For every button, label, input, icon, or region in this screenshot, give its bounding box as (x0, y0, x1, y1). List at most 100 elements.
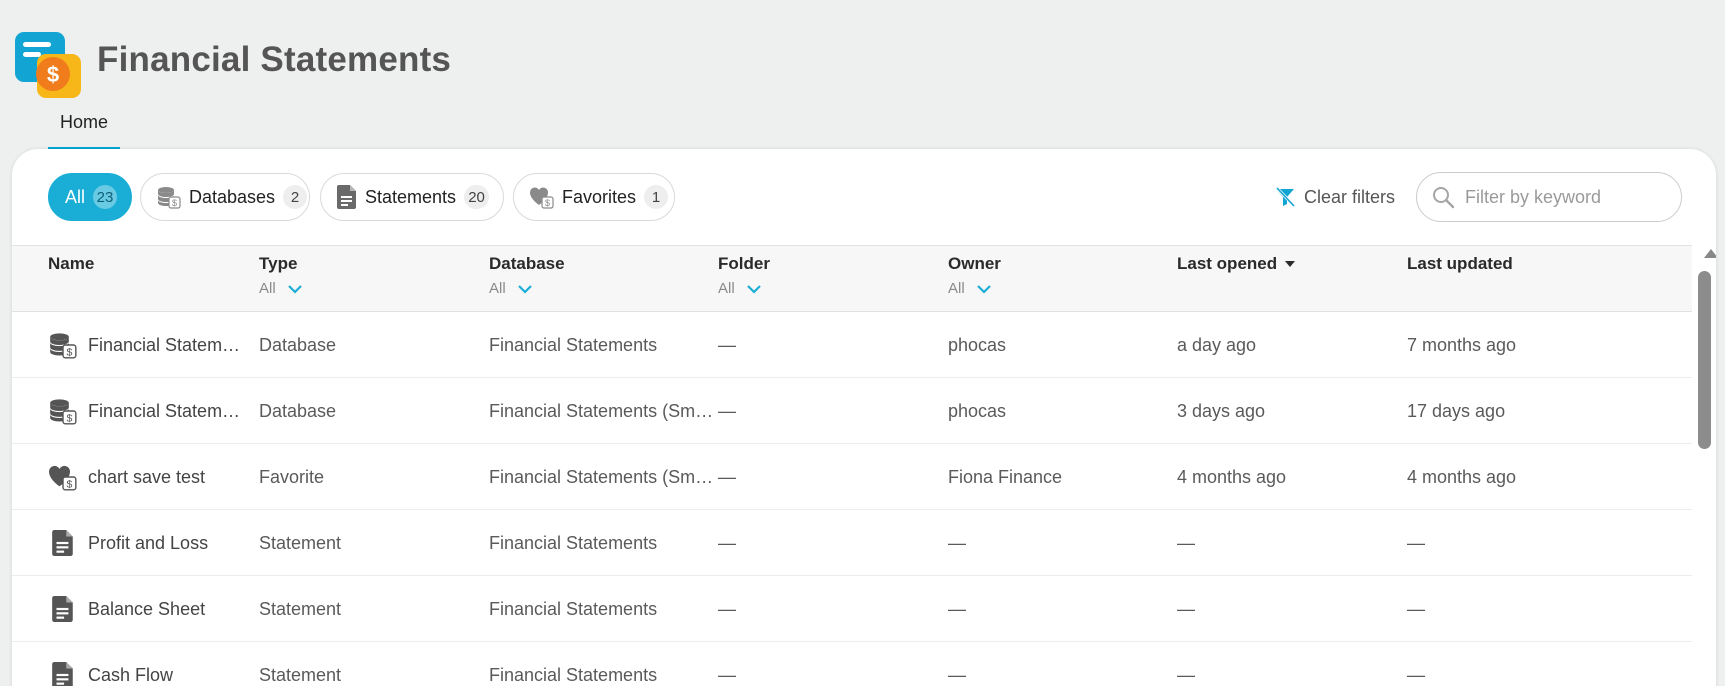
column-last-updated-label: Last updated (1407, 254, 1513, 273)
row-owner: — (948, 532, 966, 553)
clear-filters-button[interactable]: Clear filters (1274, 185, 1395, 209)
filter-chip-all[interactable]: All 23 (48, 173, 132, 221)
chip-count: 20 (464, 185, 489, 209)
clear-filters-label: Clear filters (1304, 186, 1396, 207)
column-type[interactable]: Type All (259, 254, 302, 297)
row-last-opened: — (1177, 598, 1195, 619)
owner-filter-dropdown[interactable]: All (948, 280, 1001, 297)
table-header: Name Type All Database All Folder All Ow… (12, 245, 1692, 312)
filter-chip-databases[interactable]: $ Databases 2 (140, 173, 310, 221)
row-last-updated: 17 days ago (1407, 400, 1506, 421)
chip-count: 1 (644, 185, 669, 209)
scroll-up-arrow-icon[interactable] (1704, 249, 1716, 258)
row-type: Favorite (259, 466, 325, 487)
owner-filter-value: All (948, 280, 965, 297)
row-type: Statement (259, 532, 342, 553)
column-folder[interactable]: Folder All (718, 254, 770, 297)
document-icon (52, 596, 73, 622)
table-row[interactable]: Cash Flow Statement Financial Statements… (12, 642, 1692, 686)
column-database-label: Database (489, 254, 565, 273)
row-name-text: Financial Statem… (88, 334, 241, 355)
column-last-updated[interactable]: Last updated (1407, 254, 1513, 274)
column-last-opened[interactable]: Last opened (1177, 254, 1296, 274)
row-owner: — (948, 598, 966, 619)
row-last-opened: — (1177, 664, 1195, 685)
folder-filter-dropdown[interactable]: All (718, 280, 770, 297)
svg-text:$: $ (172, 198, 177, 208)
chip-count: 23 (93, 185, 118, 209)
row-name[interactable]: $ Financial Statem… (48, 312, 240, 378)
database-filter-value: All (489, 280, 506, 297)
search-input[interactable] (1465, 186, 1665, 208)
column-last-opened-label: Last opened (1177, 254, 1278, 273)
row-name-text: Cash Flow (88, 664, 174, 685)
chip-label: All (65, 186, 86, 207)
row-last-updated: — (1407, 598, 1425, 619)
chip-label: Statements (365, 186, 457, 207)
page-title: Financial Statements (97, 40, 452, 79)
database-dollar-icon: $ (50, 333, 77, 359)
table-row[interactable]: $ Financial Statem… Database Financial S… (12, 378, 1692, 444)
column-database[interactable]: Database All (489, 254, 565, 297)
row-owner: — (948, 664, 966, 685)
document-icon (52, 530, 73, 556)
row-folder: — (718, 400, 736, 421)
row-type: Database (259, 400, 337, 421)
row-name[interactable]: Cash Flow (48, 642, 173, 686)
row-name[interactable]: Profit and Loss (48, 510, 208, 576)
app-logo-icon: $ (15, 32, 81, 98)
document-icon (337, 185, 356, 209)
svg-text:$: $ (66, 413, 72, 425)
row-last-updated: 7 months ago (1407, 334, 1517, 355)
row-last-opened: 4 months ago (1177, 466, 1287, 487)
row-type: Statement (259, 664, 342, 685)
row-database: Financial Statements (489, 598, 658, 619)
folder-filter-value: All (718, 280, 735, 297)
row-owner: phocas (948, 400, 1007, 421)
database-filter-dropdown[interactable]: All (489, 280, 565, 297)
row-name[interactable]: Balance Sheet (48, 576, 205, 642)
filter-chip-favorites[interactable]: $ Favorites 1 (513, 173, 675, 221)
chip-label: Databases (189, 186, 276, 207)
chevron-down-icon (746, 284, 761, 294)
row-last-opened: — (1177, 532, 1195, 553)
svg-text:$: $ (66, 479, 72, 491)
row-folder: — (718, 664, 736, 685)
row-folder: — (718, 466, 736, 487)
row-last-updated: — (1407, 664, 1425, 685)
row-last-opened: 3 days ago (1177, 400, 1266, 421)
row-name-text: Financial Statem… (88, 400, 241, 421)
column-name[interactable]: Name (48, 254, 94, 274)
tab-home[interactable]: Home (48, 100, 120, 150)
search-icon (1433, 187, 1455, 209)
row-database: Financial Statements (489, 664, 658, 685)
document-icon (52, 662, 73, 686)
row-last-opened: a day ago (1177, 334, 1257, 355)
svg-text:$: $ (66, 347, 72, 359)
column-owner[interactable]: Owner All (948, 254, 1001, 297)
main-panel: All 23 $ Databases 2 Statements 20 $ Fav… (12, 149, 1716, 686)
table-row[interactable]: $ chart save test Favorite Financial Sta… (12, 444, 1692, 510)
column-type-label: Type (259, 254, 298, 273)
column-owner-label: Owner (948, 254, 1001, 273)
row-name[interactable]: $ chart save test (48, 444, 205, 510)
svg-text:$: $ (47, 62, 59, 87)
row-folder: — (718, 532, 736, 553)
row-database: Financial Statements (Sm… (489, 400, 714, 421)
table-row[interactable]: $ Financial Statem… Database Financial S… (12, 312, 1692, 378)
chevron-down-icon (517, 284, 532, 294)
row-type: Statement (259, 598, 342, 619)
row-last-updated: 4 months ago (1407, 466, 1517, 487)
row-last-updated: — (1407, 532, 1425, 553)
filter-chip-statements[interactable]: Statements 20 (320, 173, 504, 221)
search-field[interactable] (1416, 172, 1682, 222)
type-filter-dropdown[interactable]: All (259, 280, 302, 297)
row-name[interactable]: $ Financial Statem… (48, 378, 240, 444)
row-folder: — (718, 334, 736, 355)
row-name-text: Balance Sheet (88, 598, 206, 619)
scrollbar-thumb[interactable] (1698, 271, 1711, 449)
table-row[interactable]: Balance Sheet Statement Financial Statem… (12, 576, 1692, 642)
row-owner: phocas (948, 334, 1007, 355)
table-row[interactable]: Profit and Loss Statement Financial Stat… (12, 510, 1692, 576)
database-dollar-icon: $ (158, 187, 181, 209)
